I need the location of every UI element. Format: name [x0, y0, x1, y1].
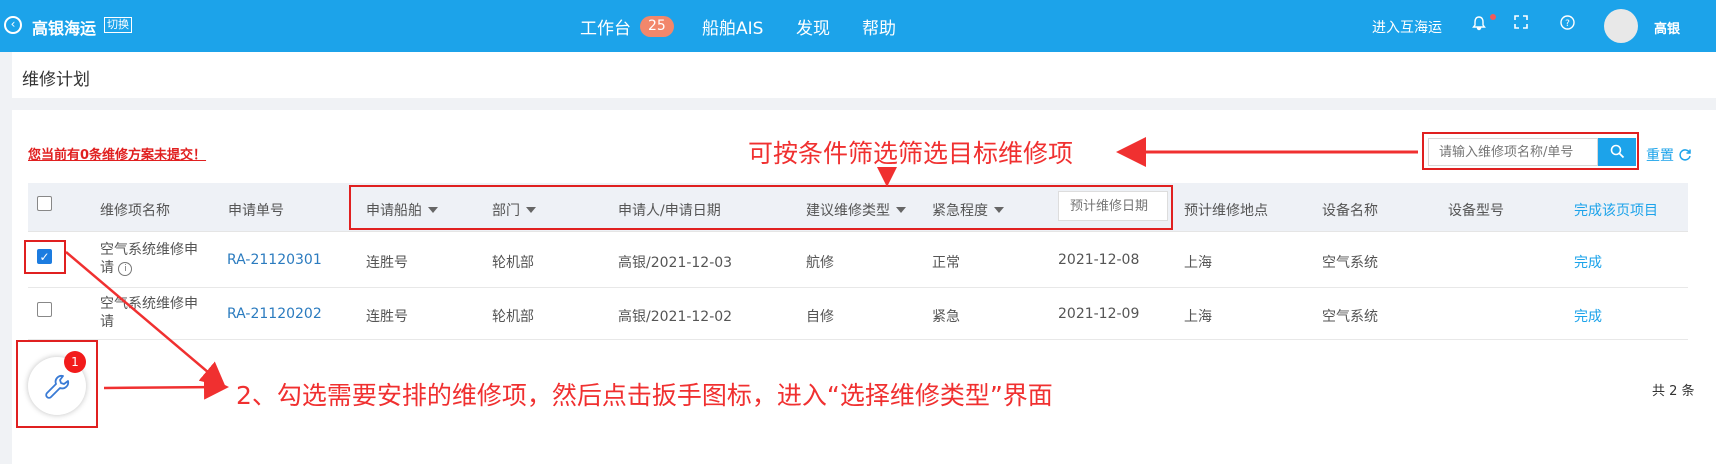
annotation-arrows	[65, 137, 1418, 400]
arrow-from-checkbox	[65, 251, 226, 388]
arrow-from-wrench	[103, 374, 229, 400]
